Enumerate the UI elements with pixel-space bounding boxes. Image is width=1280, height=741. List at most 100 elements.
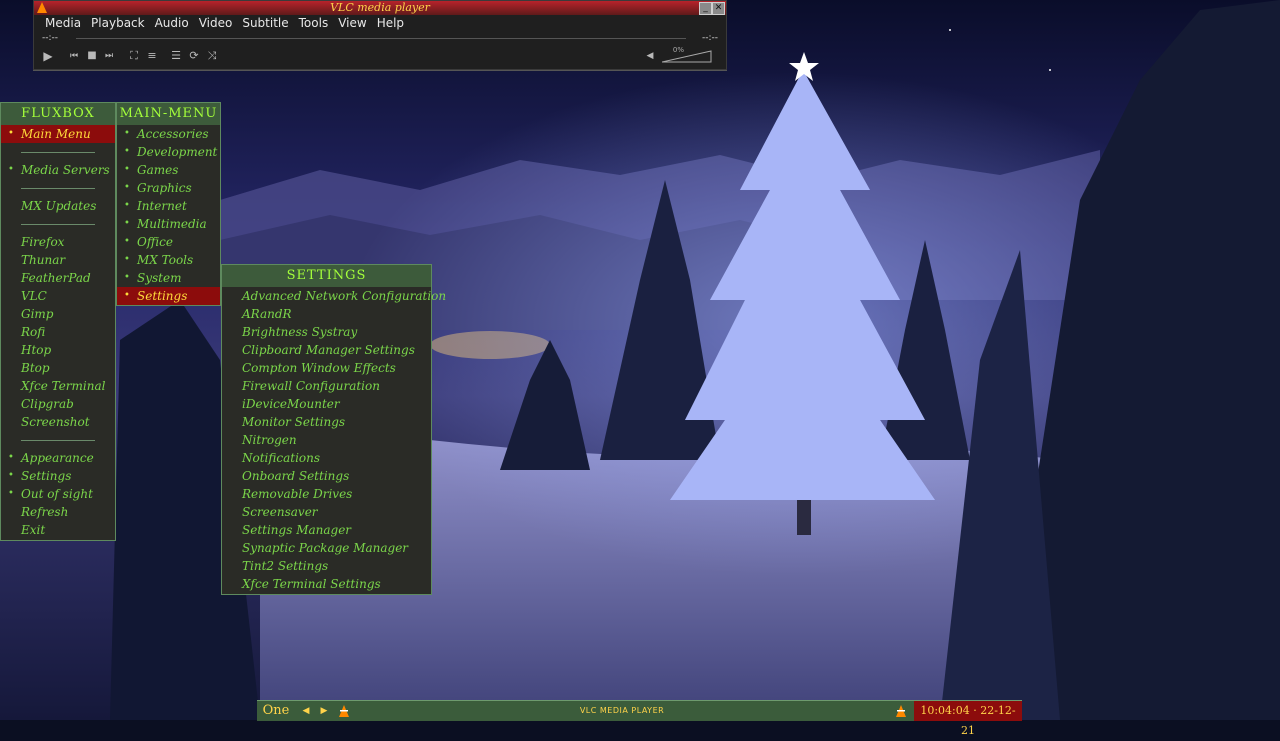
menu-item-featherpad[interactable]: FeatherPad bbox=[1, 269, 115, 287]
menu-item-arandr[interactable]: ARandR bbox=[222, 305, 431, 323]
menu-video[interactable]: Video bbox=[194, 15, 238, 31]
shuffle-icon[interactable]: ⤨ bbox=[204, 48, 220, 64]
menu-audio[interactable]: Audio bbox=[150, 15, 194, 31]
submenu-bullet-icon: • bbox=[124, 200, 130, 211]
menu-item-nitrogen[interactable]: Nitrogen bbox=[222, 431, 431, 449]
fullscreen-icon[interactable]: ⛶ bbox=[126, 48, 142, 64]
menu-item-vlc[interactable]: VLC bbox=[1, 287, 115, 305]
minimize-button[interactable]: _ bbox=[699, 2, 712, 15]
menu-item-compton-window-effects[interactable]: Compton Window Effects bbox=[222, 359, 431, 377]
menu-item-htop[interactable]: Htop bbox=[1, 341, 115, 359]
menu-tools[interactable]: Tools bbox=[294, 15, 334, 31]
menu-item-monitor-settings[interactable]: Monitor Settings bbox=[222, 413, 431, 431]
menu-item-refresh[interactable]: Refresh bbox=[1, 503, 115, 521]
menu-item-label: Refresh bbox=[21, 505, 69, 519]
play-icon[interactable]: ▶ bbox=[40, 48, 56, 64]
vlc-cone-icon[interactable] bbox=[337, 704, 351, 718]
stop-icon[interactable]: ■ bbox=[84, 48, 100, 64]
vlc-controls: ▶ ⏮ ■ ⏭ ⛶ ≡ ☰ ⟳ ⤨ ◀ 0% bbox=[34, 45, 726, 67]
menu-item-settings[interactable]: • Settings bbox=[117, 287, 220, 305]
volume-slider[interactable]: 0% bbox=[661, 46, 712, 63]
menu-item-screensaver[interactable]: Screensaver bbox=[222, 503, 431, 521]
menu-playback[interactable]: Playback bbox=[86, 15, 150, 31]
menu-item-thunar[interactable]: Thunar bbox=[1, 251, 115, 269]
close-button[interactable]: ✕ bbox=[712, 2, 725, 15]
menu-item-gimp[interactable]: Gimp bbox=[1, 305, 115, 323]
menu-item-label: Nitrogen bbox=[242, 433, 297, 447]
menu-item-label: Brightness Systray bbox=[242, 325, 358, 339]
menu-item-label: MX Updates bbox=[21, 199, 97, 213]
loop-icon[interactable]: ⟳ bbox=[186, 48, 202, 64]
menu-item-settings[interactable]: • Settings bbox=[1, 467, 115, 485]
menu-item-xfce-terminal[interactable]: Xfce Terminal bbox=[1, 377, 115, 395]
seek-row: --:-- --:-- bbox=[34, 31, 726, 45]
speaker-icon[interactable]: ◀ bbox=[642, 48, 658, 64]
menu-help[interactable]: Help bbox=[372, 15, 409, 31]
menu-item-label: iDeviceMounter bbox=[242, 397, 340, 411]
settings-submenu: SETTINGS Advanced Network Configuration A… bbox=[221, 264, 446, 595]
menu-item-main-menu[interactable]: • Main Menu bbox=[1, 125, 115, 143]
menu-title: FLUXBOX bbox=[1, 103, 115, 125]
menu-item-multimedia[interactable]: • Multimedia bbox=[117, 215, 220, 233]
menu-item-notifications[interactable]: Notifications bbox=[222, 449, 431, 467]
menu-item-clipboard-manager-settings[interactable]: Clipboard Manager Settings bbox=[222, 341, 431, 359]
next-icon[interactable]: ⏭ bbox=[101, 48, 117, 64]
menu-item-settings-manager[interactable]: Settings Manager bbox=[222, 521, 431, 539]
menu-item-mx-tools[interactable]: • MX Tools bbox=[117, 251, 220, 269]
menu-item-accessories[interactable]: • Accessories bbox=[117, 125, 220, 143]
menu-item-label: Accessories bbox=[137, 127, 209, 141]
volume-percent: 0% bbox=[672, 46, 684, 54]
menu-item-rofi[interactable]: Rofi bbox=[1, 323, 115, 341]
menu-item-label: Screenshot bbox=[21, 415, 90, 429]
menu-item-firefox[interactable]: Firefox bbox=[1, 233, 115, 251]
menu-item-exit[interactable]: Exit bbox=[1, 521, 115, 539]
submenu-bullet-icon: • bbox=[124, 290, 130, 301]
menu-subtitle[interactable]: Subtitle bbox=[237, 15, 293, 31]
menu-item-idevicemounter[interactable]: iDeviceMounter bbox=[222, 395, 431, 413]
previous-icon[interactable]: ⏮ bbox=[66, 48, 82, 64]
menu-item-mx-updates[interactable]: MX Updates bbox=[1, 197, 115, 215]
menu-item-games[interactable]: • Games bbox=[117, 161, 220, 179]
menu-item-internet[interactable]: • Internet bbox=[117, 197, 220, 215]
menu-item-removable-drives[interactable]: Removable Drives bbox=[222, 485, 431, 503]
menu-item-brightness-systray[interactable]: Brightness Systray bbox=[222, 323, 431, 341]
menu-item-btop[interactable]: Btop bbox=[1, 359, 115, 377]
menu-item-label: Synaptic Package Manager bbox=[242, 541, 409, 555]
submenu-bullet-icon: • bbox=[124, 146, 130, 157]
menu-view[interactable]: View bbox=[333, 15, 371, 31]
menu-item-onboard-settings[interactable]: Onboard Settings bbox=[222, 467, 431, 485]
menu-item-label: Clipgrab bbox=[21, 397, 74, 411]
extended-settings-icon[interactable]: ≡ bbox=[144, 48, 160, 64]
menu-item-graphics[interactable]: • Graphics bbox=[117, 179, 220, 197]
menu-item-office[interactable]: • Office bbox=[117, 233, 220, 251]
workspace-name[interactable]: One bbox=[257, 701, 295, 721]
menu-item-development[interactable]: • Development bbox=[117, 143, 220, 161]
menu-item-synaptic-package-manager[interactable]: Synaptic Package Manager bbox=[222, 539, 431, 557]
prev-workspace-icon[interactable]: ◀ bbox=[299, 704, 313, 718]
main-submenu: MAIN-MENU • Accessories • Development • Games… bbox=[116, 102, 221, 306]
next-workspace-icon[interactable]: ▶ bbox=[317, 704, 331, 718]
menu-title: MAIN-MENU bbox=[117, 103, 220, 125]
menu-item-appearance[interactable]: • Appearance bbox=[1, 449, 115, 467]
seek-slider[interactable] bbox=[76, 38, 686, 39]
vlc-titlebar[interactable]: VLC media player _ ✕ bbox=[34, 1, 726, 15]
menu-item-label: Onboard Settings bbox=[242, 469, 350, 483]
menu-item-label: Clipboard Manager Settings bbox=[242, 343, 415, 357]
menu-item-xfce-terminal-settings[interactable]: Xfce Terminal Settings bbox=[222, 575, 431, 593]
menu-item-tint2-settings[interactable]: Tint2 Settings bbox=[222, 557, 431, 575]
menu-item-label: Settings bbox=[137, 289, 188, 303]
menu-item-advanced-network-configuration[interactable]: Advanced Network Configuration bbox=[222, 287, 446, 305]
menu-item-clipgrab[interactable]: Clipgrab bbox=[1, 395, 115, 413]
menu-item-screenshot[interactable]: Screenshot bbox=[1, 413, 115, 431]
menu-item-label: Graphics bbox=[137, 181, 192, 195]
menu-item-media-servers[interactable]: • Media Servers bbox=[1, 161, 115, 179]
menu-media[interactable]: Media bbox=[40, 15, 86, 31]
taskbar-task-vlc[interactable]: VLC MEDIA PLAYER bbox=[357, 701, 887, 721]
vlc-cone-icon[interactable] bbox=[894, 704, 908, 718]
menu-item-firewall-configuration[interactable]: Firewall Configuration bbox=[222, 377, 431, 395]
menu-item-label: Xfce Terminal Settings bbox=[242, 577, 381, 591]
menu-item-system[interactable]: • System bbox=[117, 269, 220, 287]
menu-item-label: Exit bbox=[21, 523, 46, 537]
playlist-icon[interactable]: ☰ bbox=[168, 48, 184, 64]
menu-item-out-of-sight[interactable]: • Out of sight bbox=[1, 485, 115, 503]
